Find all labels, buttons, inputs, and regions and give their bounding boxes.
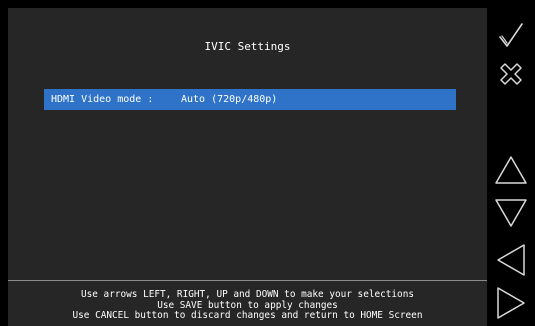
setting-value: Auto (720p/480p) <box>181 94 278 105</box>
triangle-right-icon <box>497 287 525 319</box>
down-arrow-button[interactable] <box>487 193 535 233</box>
page-title: IVIC Settings <box>204 40 291 53</box>
up-arrow-button[interactable] <box>487 150 535 190</box>
right-arrow-button[interactable] <box>487 283 535 323</box>
help-text: Use arrows LEFT, RIGHT, UP and DOWN to m… <box>8 289 487 322</box>
left-arrow-button[interactable] <box>487 240 535 280</box>
triangle-up-icon <box>495 156 527 184</box>
help-line: Use arrows LEFT, RIGHT, UP and DOWN to m… <box>80 289 414 300</box>
triangle-down-icon <box>495 199 527 227</box>
cancel-button[interactable] <box>487 54 535 94</box>
settings-screen: IVIC Settings HDMI Video mode : Auto (72… <box>8 8 487 326</box>
help-line: Use CANCEL button to discard changes and… <box>72 310 423 321</box>
setting-row-hdmi-video-mode[interactable]: HDMI Video mode : Auto (720p/480p) <box>44 89 456 110</box>
close-x-icon <box>500 63 522 85</box>
divider <box>8 280 487 281</box>
checkmark-icon <box>499 23 523 47</box>
save-button[interactable] <box>487 16 535 56</box>
triangle-left-icon <box>497 244 525 276</box>
setting-label: HDMI Video mode : <box>51 94 154 105</box>
side-button-bar <box>487 0 535 326</box>
